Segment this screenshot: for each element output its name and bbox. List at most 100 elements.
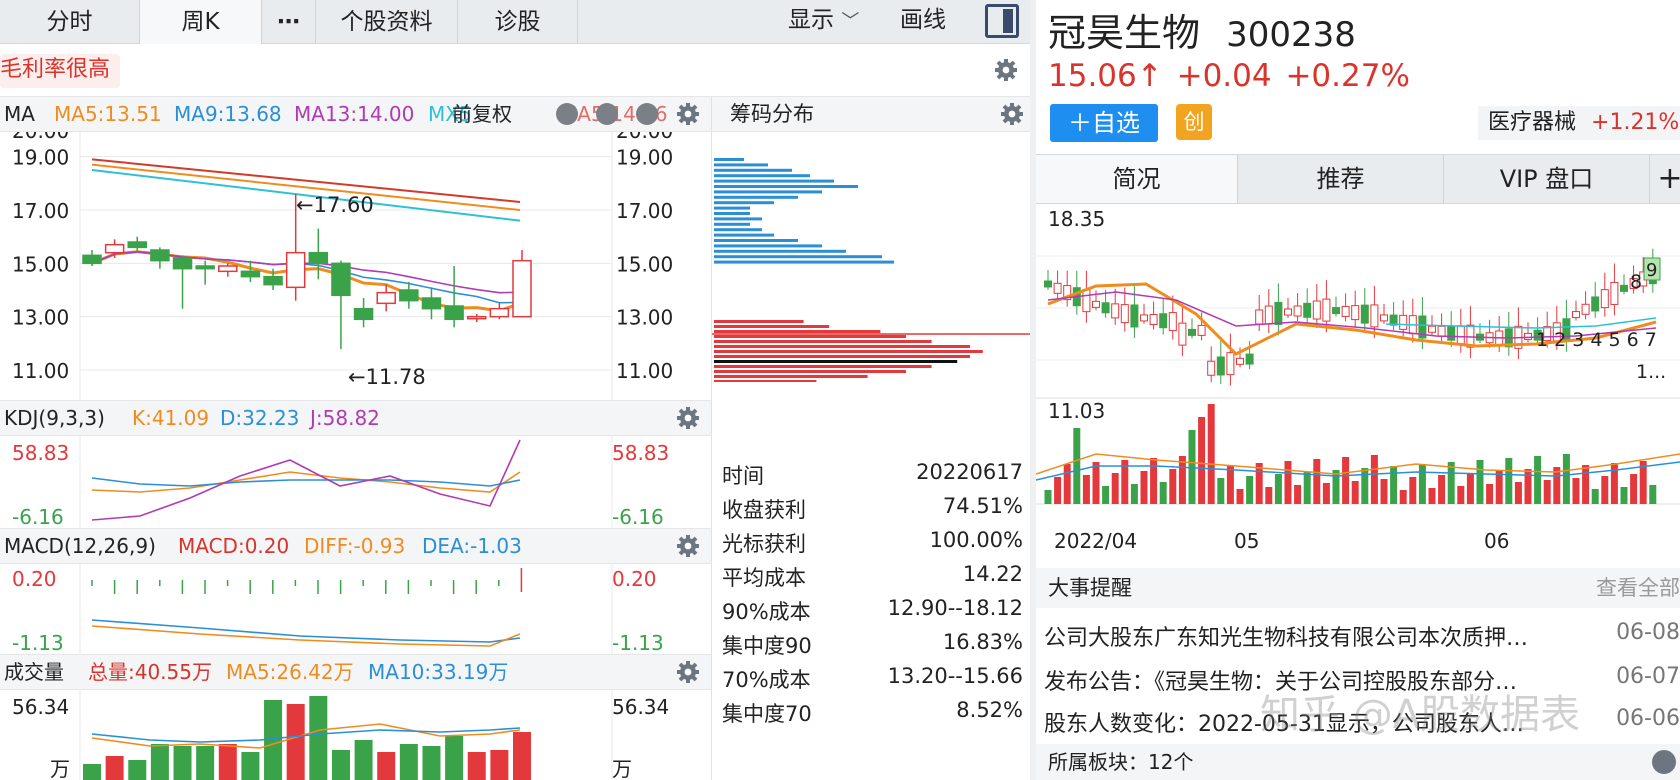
tab-recommend[interactable]: 推荐 (1238, 155, 1444, 203)
chip-bar-red (714, 335, 906, 338)
diff-value: DIFF:-0.93 (304, 534, 406, 558)
sector-change: +1.21% (1591, 110, 1680, 135)
macd-chart[interactable]: 0.20 0.20 -1.13 -1.13 (0, 564, 712, 654)
stock-name: 冠昊生物 (1048, 11, 1201, 55)
mini-x-axis-label: 2022/04 (1054, 529, 1137, 553)
mini-candle-body (1168, 312, 1177, 332)
chip-distribution-header: 筹码分布 (712, 96, 1030, 132)
volume-title[interactable]: 成交量 (4, 655, 64, 689)
mini-volume-bar (1591, 489, 1599, 504)
mini-volume-bar (1054, 477, 1062, 504)
mini-volume-bar (1140, 471, 1148, 504)
candle-body (308, 251, 329, 265)
chip-bar-blue (714, 222, 750, 226)
kdj-title[interactable]: KDJ(9,3,3) (4, 401, 105, 435)
candle-body (376, 291, 396, 305)
candle-body (150, 249, 170, 262)
chip-bar-blue (714, 185, 858, 188)
view-all-link[interactable]: 查看全部 (1596, 568, 1680, 608)
info-icon[interactable] (1652, 750, 1676, 774)
add-watchlist-button[interactable]: ＋自选 (1050, 104, 1158, 142)
gear-icon[interactable] (676, 102, 700, 126)
volume-bar (377, 752, 396, 780)
forward-adjust-label[interactable]: 前复权 (452, 97, 512, 131)
chip-bar-red (714, 340, 932, 343)
mini-volume-bar (1178, 456, 1186, 504)
display-label: 显示 (788, 7, 834, 33)
gear-icon[interactable] (676, 406, 700, 430)
price-axis-label-right: 20.00 (616, 132, 673, 143)
candle-body (489, 307, 510, 318)
sector-count-row[interactable]: 所属板块：12个 (1036, 744, 1680, 780)
volume-ma5: MA5:26.42万 (226, 660, 354, 684)
macd-title[interactable]: MACD(12,26,9) (4, 529, 156, 563)
volume-bar (83, 764, 101, 780)
minus-circle-icon[interactable] (636, 103, 658, 125)
panel-toggle-icon[interactable] (985, 4, 1019, 38)
mini-candle-body (1524, 332, 1532, 340)
ma13-value: MA13:14.00 (294, 102, 415, 126)
chip-bar-blue (714, 228, 762, 232)
tab-weekly-k[interactable]: 周K (140, 0, 262, 44)
chip-stat-value: 74.51% (942, 494, 1023, 518)
mini-volume-bar (1380, 479, 1388, 504)
event-item[interactable]: 公司大股东广东知光生物科技有限公司本次质押… 06-08 (1036, 620, 1680, 654)
price-axis-label: 13.00 (12, 306, 69, 330)
chip-stat-row: 集中度90 16.83% (718, 630, 1023, 664)
volume-chart[interactable]: 56.34 56.34 万 万 (0, 690, 712, 780)
chip-bar-red (714, 350, 983, 353)
mini-candle-body (1236, 357, 1244, 365)
mini-volume-bar (1284, 461, 1292, 504)
price-axis-label-right: 19.00 (616, 146, 673, 170)
price-axis-label: 19.00 (12, 146, 69, 170)
volume-bar (196, 746, 215, 780)
candle-body (218, 265, 238, 273)
tab-diagnose[interactable]: 诊股 (458, 0, 578, 44)
display-menu[interactable]: 显示 ﹀ (788, 0, 859, 44)
chip-bar-blue (714, 249, 846, 253)
kdj-line (91, 471, 521, 493)
mini-volume-bar (1486, 484, 1494, 504)
chip-bar-red (714, 330, 881, 333)
add-tab-icon[interactable]: + (1650, 155, 1680, 203)
volume-bar (467, 752, 486, 780)
tab-more[interactable]: ⋯ (262, 0, 316, 44)
draw-line-button[interactable]: 画线 (900, 0, 946, 44)
zoom-out-icon[interactable] (556, 103, 578, 125)
kdj-k-value: K:41.09 (132, 406, 210, 430)
mini-candle-body (1053, 282, 1062, 294)
mini-low-label: 11.03 (1048, 399, 1105, 423)
mini-candle-body (1274, 301, 1283, 325)
tab-vip-orderbook[interactable]: VIP 盘口 (1444, 155, 1650, 203)
kdj-axis-min: -6.16 (12, 505, 64, 528)
events-title: 大事提醒 (1048, 576, 1132, 600)
chip-bar-red (714, 325, 830, 328)
gear-icon[interactable] (994, 58, 1018, 82)
candlestick-chart[interactable]: 20.00 20.00 19.00 19.00 17.00 17.00 15.00 15.00… (0, 132, 712, 400)
macd-axis-max: 0.20 (12, 567, 57, 591)
tab-intraday[interactable]: 分时 (0, 0, 140, 44)
volume-bar (309, 696, 328, 780)
gear-icon[interactable] (1000, 102, 1024, 126)
mini-volume-bar (1150, 458, 1158, 504)
sector-chip[interactable]: 医疗器械 +1.21% (1478, 106, 1680, 140)
chip-stat-value: 12.90--18.12 (887, 596, 1023, 620)
volume-bar (128, 760, 147, 780)
zoom-in-icon[interactable] (596, 103, 618, 125)
mini-volume-bar (1207, 404, 1215, 504)
feature-tag[interactable]: 毛利率很高 (0, 54, 121, 88)
tab-stock-info[interactable]: 个股资料 (316, 0, 458, 44)
mini-candle-body (1303, 302, 1312, 318)
tab-overview[interactable]: 简况 (1036, 155, 1238, 203)
high-annotation: ←17.60 (296, 193, 374, 217)
kdj-chart[interactable]: 58.83 58.83 -6.16 -6.16 (0, 436, 712, 528)
candle-body (399, 289, 419, 302)
chip-stat-key: 收盘获利 (722, 498, 806, 522)
chip-stat-row: 时间 20220617 (718, 460, 1023, 494)
volume-bar (218, 744, 237, 780)
chip-stat-key: 时间 (722, 464, 764, 488)
mini-price-chart[interactable]: 18.35 11.03 1 2 3 4 5 6 7 89 1... 2022/04 05 06 (1036, 204, 1680, 554)
gear-icon[interactable] (676, 534, 700, 558)
mini-volume-bar (1620, 487, 1628, 504)
gear-icon[interactable] (676, 660, 700, 684)
